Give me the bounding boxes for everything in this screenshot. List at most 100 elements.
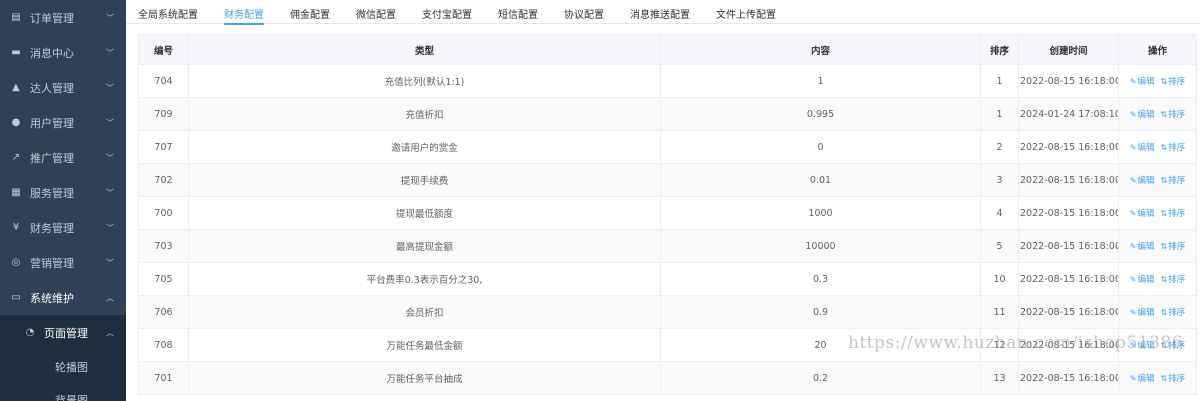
sidebar-sub-sub-item-1[interactable]: 背景图 xyxy=(0,383,126,401)
tab-1[interactable]: 财务配置 xyxy=(224,0,264,25)
cell-content: 0.3 xyxy=(660,262,981,296)
cell-created: 2022-08-15 16:18:00 xyxy=(1018,196,1119,230)
edit-button[interactable]: ✎编辑 xyxy=(1130,308,1155,318)
table-body: 704 充值比列(默认1:1) 1 1 2022-08-15 16:18:00 ✎编辑 ⇅排… xyxy=(138,64,1197,395)
sort-button[interactable]: ⇅排序 xyxy=(1161,77,1186,87)
sidebar-sub-sub-item-label: 背景图 xyxy=(55,393,88,401)
cell-created: 2022-08-15 16:18:00 xyxy=(1018,328,1119,362)
cell-id: 702 xyxy=(138,163,189,197)
sort-button[interactable]: ⇅排序 xyxy=(1161,374,1186,384)
sidebar-sub-item-page-management[interactable]: ◔ 页面管理 ︿ xyxy=(0,315,126,350)
sort-label: 排序 xyxy=(1168,275,1186,285)
column-header-sort: 排序 xyxy=(980,34,1019,65)
chevron-up-icon: ︿ xyxy=(106,293,114,302)
column-header-ops: 操作 xyxy=(1118,34,1197,65)
sidebar-item-0[interactable]: ▤ 订单管理 ﹀ xyxy=(0,0,126,35)
cell-created: 2022-08-15 16:18:00 xyxy=(1018,262,1119,296)
table-row: 704 充值比列(默认1:1) 1 1 2022-08-15 16:18:00 ✎编辑 ⇅排… xyxy=(138,64,1197,98)
sort-button[interactable]: ⇅排序 xyxy=(1161,209,1186,219)
table-row: 708 万能任务最低金额 20 12 2022-08-15 16:18:00 ✎编辑 ⇅排序 xyxy=(138,328,1197,362)
table-row: 702 提现手续费 0.01 3 2022-08-15 16:18:00 ✎编辑 ⇅排序 xyxy=(138,163,1197,197)
cell-id: 707 xyxy=(138,130,189,164)
tab-2[interactable]: 佣金配置 xyxy=(290,0,330,24)
cell-content: 0.995 xyxy=(660,97,981,131)
tab-7[interactable]: 消息推送配置 xyxy=(630,0,690,24)
cell-type: 充值折扣 xyxy=(188,97,661,131)
cell-created: 2022-08-15 16:18:00 xyxy=(1018,163,1119,197)
sort-label: 排序 xyxy=(1168,77,1186,87)
edit-button[interactable]: ✎编辑 xyxy=(1130,143,1155,153)
cell-content: 0.01 xyxy=(660,163,981,197)
cell-content: 0.2 xyxy=(660,361,981,395)
sort-icon: ⇅ xyxy=(1160,209,1168,218)
sidebar-item-6[interactable]: ¥ 财务管理 ﹀ xyxy=(0,210,126,245)
sidebar-sub-sub-item-0[interactable]: 轮播图 xyxy=(0,350,126,383)
cell-ops: ✎编辑 ⇅排序 xyxy=(1118,97,1197,131)
edit-button[interactable]: ✎编辑 xyxy=(1130,242,1155,252)
edit-label: 编辑 xyxy=(1137,110,1155,120)
edit-button[interactable]: ✎编辑 xyxy=(1130,110,1155,120)
sort-button[interactable]: ⇅排序 xyxy=(1161,308,1186,318)
cell-created: 2022-08-15 16:18:00 xyxy=(1018,361,1119,395)
sidebar-item-5[interactable]: ▦ 服务管理 ﹀ xyxy=(0,175,126,210)
target-icon: ◎ xyxy=(11,257,21,268)
sidebar-item-1[interactable]: ▬ 消息中心 ﹀ xyxy=(0,35,126,70)
edit-label: 编辑 xyxy=(1137,143,1155,153)
cell-sort: 2 xyxy=(980,130,1019,164)
cell-content: 1 xyxy=(660,64,981,98)
sidebar-item-7[interactable]: ◎ 营销管理 ﹀ xyxy=(0,245,126,280)
sidebar-item-3[interactable]: ● 用户管理 ﹀ xyxy=(0,105,126,140)
edit-button[interactable]: ✎编辑 xyxy=(1130,209,1155,219)
tab-8[interactable]: 文件上传配置 xyxy=(716,0,776,24)
edit-icon: ✎ xyxy=(1129,110,1137,119)
tab-6[interactable]: 协议配置 xyxy=(564,0,604,24)
edit-button[interactable]: ✎编辑 xyxy=(1130,176,1155,186)
cell-sort: 13 xyxy=(980,361,1019,395)
edit-icon: ✎ xyxy=(1129,275,1137,284)
sort-label: 排序 xyxy=(1168,308,1186,318)
sort-label: 排序 xyxy=(1168,209,1186,219)
table-row: 707 邀请用户的赏金 0 2 2022-08-15 16:18:00 ✎编辑 ⇅排序 xyxy=(138,130,1197,164)
sort-label: 排序 xyxy=(1168,176,1186,186)
tab-3[interactable]: 微信配置 xyxy=(356,0,396,24)
config-tabs: 全局系统配置 财务配置 佣金配置 微信配置 支付宝配置 短信配置 协议配置 消息推送配置 文件上… xyxy=(126,0,1200,25)
edit-button[interactable]: ✎编辑 xyxy=(1130,341,1155,351)
sort-icon: ⇅ xyxy=(1160,176,1168,185)
sidebar-item-2[interactable]: ▲ 达人管理 ﹀ xyxy=(0,70,126,105)
sidebar-sub-submenu: 轮播图背景图 xyxy=(0,350,126,401)
cell-created: 2022-08-15 16:18:00 xyxy=(1018,229,1119,263)
chevron-down-icon: ﹀ xyxy=(106,13,114,22)
cell-content: 1000 xyxy=(660,196,981,230)
cell-id: 705 xyxy=(138,262,189,296)
sort-button[interactable]: ⇅排序 xyxy=(1161,176,1186,186)
tab-0[interactable]: 全局系统配置 xyxy=(138,0,198,24)
sort-button[interactable]: ⇅排序 xyxy=(1161,242,1186,252)
sort-icon: ⇅ xyxy=(1160,143,1168,152)
edit-icon: ✎ xyxy=(1129,209,1137,218)
table-row: 709 充值折扣 0.995 1 2024-01-24 17:08:10 ✎编辑 ⇅排序 xyxy=(138,97,1197,131)
sort-button[interactable]: ⇅排序 xyxy=(1161,110,1186,120)
monitor-icon: ▭ xyxy=(11,292,21,303)
cell-ops: ✎编辑 ⇅排序 xyxy=(1118,295,1197,329)
cell-ops: ✎编辑 ⇅排序 xyxy=(1118,64,1197,98)
sort-button[interactable]: ⇅排序 xyxy=(1161,143,1186,153)
sort-label: 排序 xyxy=(1168,143,1186,153)
cell-created: 2022-08-15 16:18:00 xyxy=(1018,130,1119,164)
edit-label: 编辑 xyxy=(1137,275,1155,285)
edit-button[interactable]: ✎编辑 xyxy=(1130,77,1155,87)
edit-icon: ✎ xyxy=(1129,176,1137,185)
cell-content: 20 xyxy=(660,328,981,362)
sort-button[interactable]: ⇅排序 xyxy=(1161,275,1186,285)
edit-button[interactable]: ✎编辑 xyxy=(1130,374,1155,384)
edit-label: 编辑 xyxy=(1137,374,1155,384)
tab-5[interactable]: 短信配置 xyxy=(498,0,538,24)
sidebar-item-8[interactable]: ▭ 系统维护 ︿ xyxy=(0,280,126,315)
sidebar-item-4[interactable]: ↗ 推广管理 ﹀ xyxy=(0,140,126,175)
tab-4[interactable]: 支付宝配置 xyxy=(422,0,472,24)
document-icon: ▤ xyxy=(11,12,21,23)
cell-sort: 5 xyxy=(980,229,1019,263)
edit-icon: ✎ xyxy=(1129,77,1137,86)
cell-id: 703 xyxy=(138,229,189,263)
edit-button[interactable]: ✎编辑 xyxy=(1130,275,1155,285)
sort-button[interactable]: ⇅排序 xyxy=(1161,341,1186,351)
